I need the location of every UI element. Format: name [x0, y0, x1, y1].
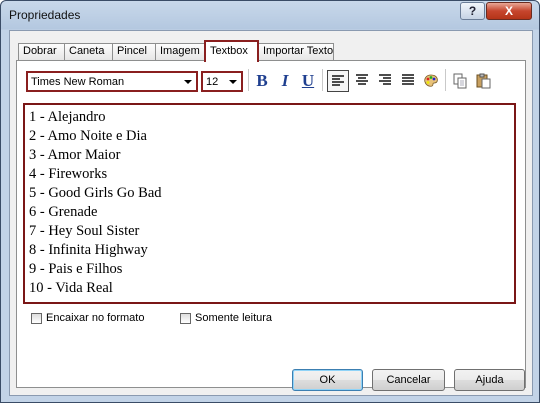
text-line: 3 - Amor Maior — [29, 147, 121, 163]
tab-textbox[interactable]: Textbox — [204, 40, 259, 62]
tab-imagem[interactable]: Imagem — [155, 43, 205, 60]
font-size-value: 12 — [206, 76, 219, 88]
fit-shape-label: Encaixar no formato — [46, 312, 145, 324]
paste-icon[interactable] — [473, 70, 495, 92]
copy-icon[interactable] — [449, 70, 471, 92]
tab-pincel[interactable]: Pincel — [112, 43, 156, 60]
text-line: 7 - Hey Soul Sister — [29, 223, 140, 239]
ok-button[interactable]: OK — [292, 369, 363, 391]
text-line: 4 - Fireworks — [29, 166, 108, 182]
textbox-panel: Times New Roman 12 B I U 1 - Alejandro 2… — [16, 60, 526, 388]
text-editor[interactable]: 1 - Alejandro 2 - Amo Noite e Dia 3 - Am… — [23, 103, 516, 304]
underline-button[interactable]: U — [297, 70, 319, 92]
italic-button[interactable]: I — [274, 70, 296, 92]
text-line: 9 - Pais e Filhos — [29, 261, 123, 277]
text-line: 6 - Grenade — [29, 204, 98, 220]
properties-dialog: Propriedades ? X Dobrar Caneta Pincel Im… — [0, 0, 540, 403]
tab-dobrar[interactable]: Dobrar — [18, 43, 65, 60]
text-line: 2 - Amo Noite e Dia — [29, 128, 147, 144]
text-line: 8 - Infinita Highway — [29, 242, 148, 258]
toolbar-separator — [322, 69, 326, 91]
help-button[interactable]: Ajuda — [454, 369, 525, 391]
window-title: Propriedades — [9, 8, 81, 22]
tab-importar-texto[interactable]: Importar Texto — [258, 43, 334, 60]
chevron-down-icon — [184, 80, 192, 84]
tab-caneta[interactable]: Caneta — [64, 43, 113, 60]
font-size-select[interactable]: 12 — [201, 71, 243, 92]
font-family-value: Times New Roman — [31, 76, 125, 88]
close-button[interactable]: X — [486, 2, 532, 20]
help-title-button[interactable]: ? — [460, 2, 485, 20]
color-palette-icon[interactable] — [420, 70, 442, 92]
chevron-down-icon — [229, 80, 237, 84]
align-right-icon[interactable] — [374, 70, 396, 92]
text-line: 5 - Good Girls Go Bad — [29, 185, 162, 201]
bold-button[interactable]: B — [251, 70, 273, 92]
title-bar: Propriedades ? X — [1, 1, 539, 29]
align-left-icon[interactable] — [327, 70, 349, 92]
checkbox-box[interactable] — [31, 313, 42, 324]
readonly-label: Somente leitura — [195, 312, 273, 324]
font-family-select[interactable]: Times New Roman — [26, 71, 198, 92]
align-center-icon[interactable] — [351, 70, 373, 92]
text-line: 1 - Alejandro — [29, 109, 106, 125]
dialog-body: Dobrar Caneta Pincel Imagem Textbox Impo… — [9, 30, 533, 396]
text-line: 10 - Vida Real — [29, 280, 113, 296]
checkbox-box[interactable] — [180, 313, 191, 324]
justify-icon[interactable] — [397, 70, 419, 92]
cancel-button[interactable]: Cancelar — [372, 369, 445, 391]
